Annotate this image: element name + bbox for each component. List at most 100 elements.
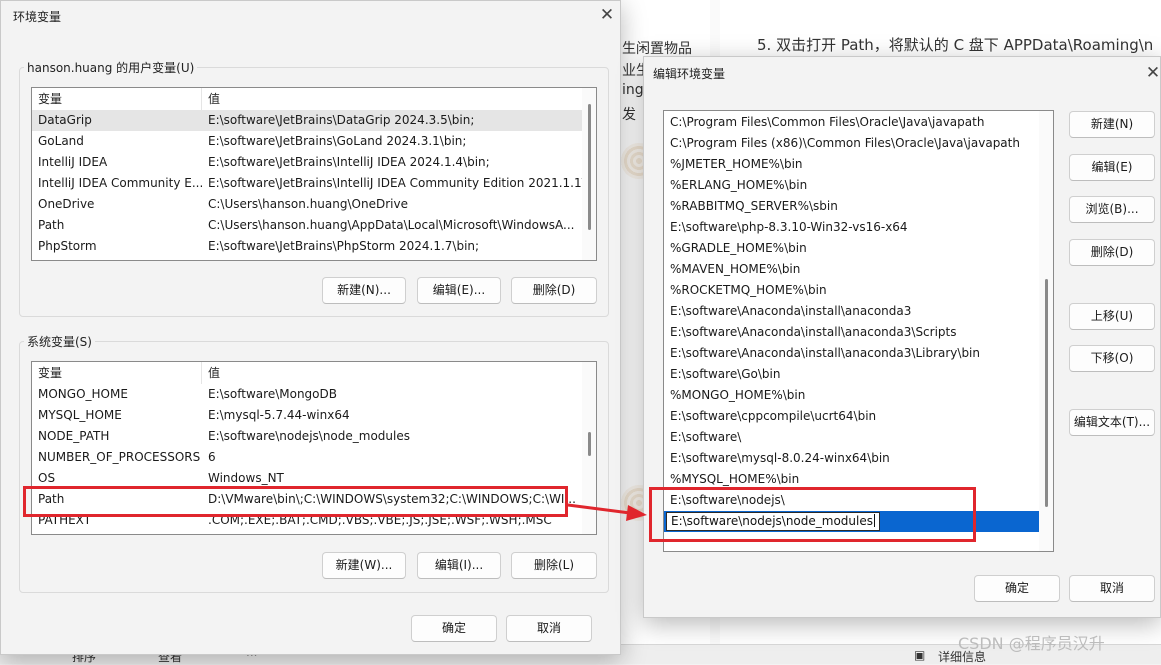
path-entry[interactable]: %MYSQL_HOME%\bin (664, 469, 1039, 490)
variable-name: PATHEXT (38, 513, 92, 527)
user-variables-list[interactable]: 变量 值 DataGrip E:\software\JetBrains\DataG… (31, 87, 597, 261)
variable-value: C:\Users\hanson.huang\AppData\Local\Micr… (208, 218, 575, 232)
dialog-title: 编辑环境变量 (653, 67, 726, 81)
path-entry[interactable]: E:\software\ (664, 427, 1039, 448)
browse-button[interactable]: 浏览(B)... (1069, 196, 1155, 223)
list-header: 变量 值 (32, 88, 596, 110)
variable-name: PhpStorm (38, 239, 97, 253)
scrollbar[interactable] (1039, 111, 1053, 551)
variable-value: .COM;.EXE;.BAT;.CMD;.VBS;.VBE;.JS;.JSE;.… (208, 513, 552, 527)
variable-name: Path (38, 492, 65, 506)
table-row[interactable]: PhpStorm E:\software\JetBrains\PhpStorm 2… (32, 236, 584, 257)
path-entry[interactable]: %ERLANG_HOME%\bin (664, 175, 1039, 196)
path-entry[interactable]: %RABBITMQ_SERVER%\sbin (664, 196, 1039, 217)
column-header-value[interactable]: 值 (202, 88, 584, 110)
path-entry[interactable]: %ROCKETMQ_HOME%\bin (664, 280, 1039, 301)
path-entry[interactable]: E:\software\Go\bin (664, 364, 1039, 385)
edit-entry-button[interactable]: 编辑(E) (1069, 154, 1155, 181)
path-entry[interactable]: E:\software\mysql-8.0.24-winx64\bin (664, 448, 1039, 469)
variable-value: C:\Users\hanson.huang\OneDrive (208, 197, 408, 211)
variable-name: Path (38, 218, 65, 232)
path-entry[interactable]: E:\software\Anaconda\install\anaconda3\S… (664, 322, 1039, 343)
path-entry-editing[interactable]: E:\software\nodejs\node_modules (664, 511, 1039, 532)
table-row[interactable]: NUMBER_OF_PROCESSORS 6 (32, 447, 584, 468)
table-row[interactable]: OneDrive C:\Users\hanson.huang\OneDrive (32, 194, 584, 215)
scrollbar-thumb[interactable] (588, 104, 591, 230)
path-entries-list[interactable]: C:\Program Files\Common Files\Oracle\Jav… (663, 110, 1054, 552)
close-icon[interactable]: ✕ (596, 5, 618, 27)
env-variables-dialog: 环境变量 ✕ hanson.huang 的用户变量(U) 变量 值 DataGr… (0, 0, 621, 655)
table-row[interactable]: MYSQL_HOME E:\mysql-5.7.44-winx64 (32, 405, 584, 426)
variable-name: NODE_PATH (38, 429, 110, 443)
variable-name: MONGO_HOME (38, 387, 128, 401)
article-step-text: 5. 双击打开 Path，将默认的 C 盘下 APPData\Roaming\n (757, 36, 1154, 54)
path-entry[interactable]: E:\software\Anaconda\install\anaconda3\L… (664, 343, 1039, 364)
variable-value: D:\VMware\bin\;C:\WINDOWS\system32;C:\WI… (208, 492, 576, 506)
system-delete-button[interactable]: 删除(L) (511, 552, 597, 579)
path-entry[interactable]: C:\Program Files (x86)\Common Files\Orac… (664, 133, 1039, 154)
new-entry-button[interactable]: 新建(N) (1069, 111, 1155, 138)
table-row[interactable]: PATHEXT .COM;.EXE;.BAT;.CMD;.VBS;.VBE;.JS… (32, 510, 584, 531)
ok-button[interactable]: 确定 (974, 575, 1060, 602)
system-variables-label: 系统变量(S) (27, 335, 92, 349)
table-row[interactable]: MONGO_HOME E:\software\MongoDB (32, 384, 584, 405)
variable-name: DataGrip (38, 113, 92, 127)
variable-name: OneDrive (38, 197, 95, 211)
close-icon[interactable]: ✕ (1142, 63, 1161, 85)
text-caret (874, 514, 875, 527)
variable-value: Windows_NT (208, 471, 284, 485)
variable-value: E:\software\JetBrains\PhpStorm 2024.1.7\… (208, 239, 480, 253)
details-icon[interactable]: ▣ (914, 648, 925, 662)
scrollbar[interactable] (582, 362, 596, 534)
table-row[interactable]: Path C:\Users\hanson.huang\AppData\Local\… (32, 215, 584, 236)
path-entry[interactable]: %MONGO_HOME%\bin (664, 385, 1039, 406)
variable-name: IntelliJ IDEA Community E... (38, 176, 202, 190)
path-entry[interactable]: %MAVEN_HOME%\bin (664, 259, 1039, 280)
delete-entry-button[interactable]: 删除(D) (1069, 239, 1155, 266)
table-row[interactable]: GoLand E:\software\JetBrains\GoLand 2024.… (32, 131, 584, 152)
path-entry[interactable]: %JMETER_HOME%\bin (664, 154, 1039, 175)
path-entry[interactable]: E:\software\php-8.3.10-Win32-vs16-x64 (664, 217, 1039, 238)
ok-button[interactable]: 确定 (411, 615, 497, 642)
cancel-button[interactable]: 取消 (1069, 575, 1155, 602)
edit-text-button[interactable]: 编辑文本(T)... (1069, 409, 1155, 436)
path-entry-input[interactable]: E:\software\nodejs\node_modules (666, 512, 880, 531)
path-entry[interactable]: E:\software\Anaconda\install\anaconda3 (664, 301, 1039, 322)
variable-value: 6 (208, 450, 216, 464)
variable-name: GoLand (38, 134, 84, 148)
move-down-button[interactable]: 下移(O) (1069, 345, 1155, 372)
watermark: CSDN @程序员汉升 (958, 634, 1105, 653)
system-variables-list[interactable]: 变量 值 MONGO_HOME E:\software\MongoDB MYSQL_… (31, 361, 597, 535)
variable-value: E:\software\JetBrains\IntelliJ IDEA Comm… (208, 176, 584, 190)
table-row[interactable]: IntelliJ IDEA Community E... E:\software\… (32, 173, 584, 194)
path-entry[interactable]: C:\Program Files\Common Files\Oracle\Jav… (664, 112, 1039, 133)
user-delete-button[interactable]: 删除(D) (511, 277, 597, 304)
move-up-button[interactable]: 上移(U) (1069, 303, 1155, 330)
variable-value: E:\software\nodejs\node_modules (208, 429, 410, 443)
scrollbar-thumb[interactable] (588, 432, 591, 456)
scrollbar[interactable] (582, 88, 596, 260)
table-row[interactable]: IntelliJ IDEA E:\software\JetBrains\Intel… (32, 152, 584, 173)
system-edit-button[interactable]: 编辑(I)... (417, 552, 501, 579)
path-entry[interactable]: E:\software\nodejs\ (664, 490, 1039, 511)
dialog-title: 环境变量 (13, 10, 62, 24)
table-row[interactable]: DataGrip E:\software\JetBrains\DataGrip 2… (32, 110, 584, 131)
user-variables-label: hanson.huang 的用户变量(U) (27, 61, 195, 75)
variable-name: MYSQL_HOME (38, 408, 122, 422)
cancel-button[interactable]: 取消 (506, 615, 592, 642)
user-edit-button[interactable]: 编辑(E)... (417, 277, 501, 304)
user-new-button[interactable]: 新建(N)... (322, 277, 406, 304)
table-row[interactable]: Path D:\VMware\bin\;C:\WINDOWS\system32;C… (32, 489, 584, 510)
path-entry[interactable]: E:\software\cppcompile\ucrt64\bin (664, 406, 1039, 427)
column-header-variable[interactable]: 变量 (32, 362, 202, 384)
column-header-value[interactable]: 值 (202, 362, 584, 384)
table-row[interactable]: OS Windows_NT (32, 468, 584, 489)
variable-value: E:\mysql-5.7.44-winx64 (208, 408, 350, 422)
table-row[interactable]: NODE_PATH E:\software\nodejs\node_modules (32, 426, 584, 447)
system-new-button[interactable]: 新建(W)... (322, 552, 406, 579)
scrollbar-thumb[interactable] (1045, 279, 1048, 507)
list-header: 变量 值 (32, 362, 596, 384)
column-header-variable[interactable]: 变量 (32, 88, 202, 110)
path-entry[interactable]: %GRADLE_HOME%\bin (664, 238, 1039, 259)
bg-snippet: 生闲置物品 (622, 41, 692, 57)
